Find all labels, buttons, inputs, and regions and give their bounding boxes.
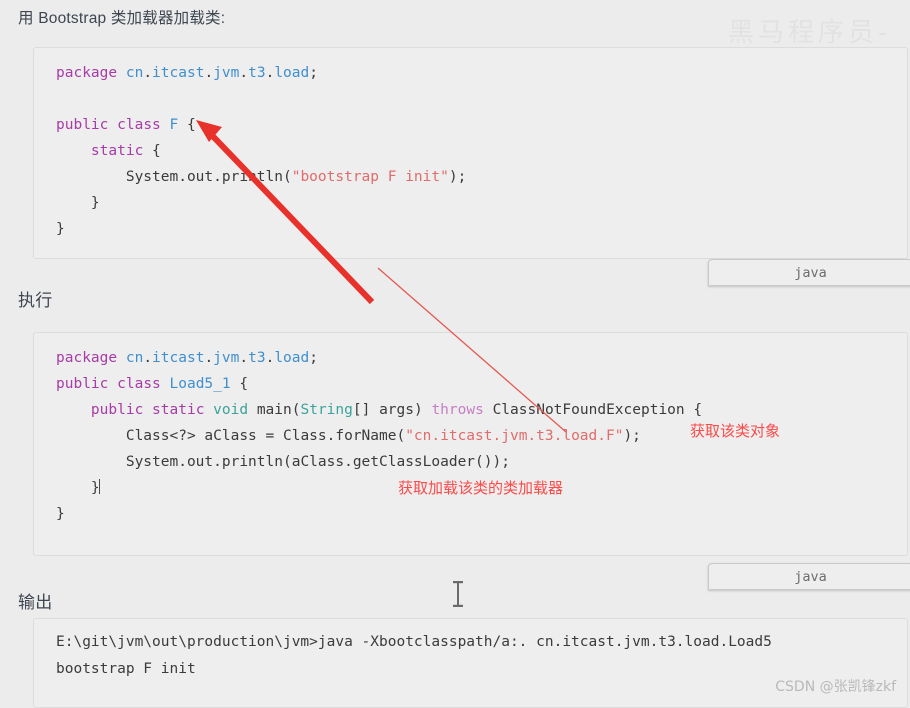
code-block-load5-1[interactable]: package cn.itcast.jvm.t3.load; public cl… [33, 332, 908, 556]
language-badge-java-2[interactable]: java [708, 563, 910, 590]
code-block-bootstrap-f[interactable]: package cn.itcast.jvm.t3.load; public cl… [33, 47, 908, 259]
console-output-content: E:\git\jvm\out\production\jvm>java -Xboo… [56, 634, 772, 677]
code-content-1: package cn.itcast.jvm.t3.load; public cl… [56, 65, 467, 237]
text-cursor-icon [453, 581, 463, 607]
section-heading-output: 输出 [18, 593, 53, 612]
page-title: 用 Bootstrap 类加载器加载类: [18, 10, 226, 27]
watermark-heima: 黑马程序员- [728, 18, 892, 48]
caret [98, 479, 100, 494]
watermark-csdn: CSDN @张凯锋zkf [775, 679, 896, 695]
annotation-get-class-object: 获取该类对象 [690, 423, 781, 440]
section-heading-execute: 执行 [18, 291, 53, 310]
screenshot-page: 黑马程序员- 用 Bootstrap 类加载器加载类: package cn.i… [0, 0, 910, 708]
annotation-get-class-loader: 获取加载该类的类加载器 [398, 480, 564, 497]
language-badge-java-1[interactable]: java [708, 259, 910, 286]
